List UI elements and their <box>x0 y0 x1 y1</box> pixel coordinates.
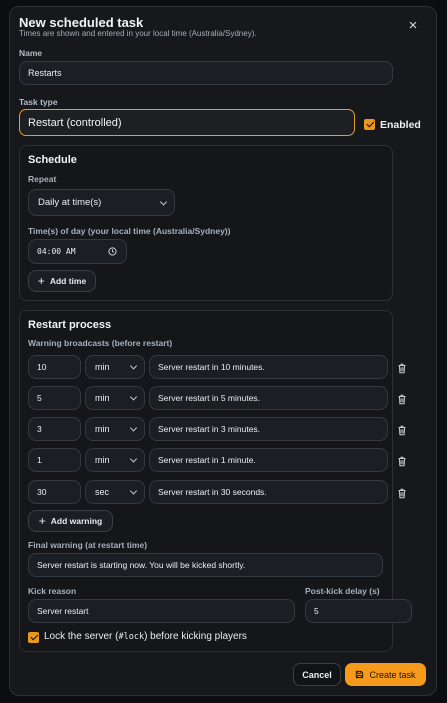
close-icon: × <box>408 17 418 34</box>
kick-reason-label: Kick reason <box>28 586 77 596</box>
warning-message-input[interactable]: Server restart in 5 minutes. <box>149 386 388 410</box>
plus-icon: + <box>38 513 46 528</box>
repeat-value: Daily at time(s) <box>38 197 102 208</box>
clock-icon <box>108 247 117 256</box>
create-task-button[interactable]: Create task <box>345 663 426 686</box>
chevron-down-icon <box>159 197 168 206</box>
schedule-title: Schedule <box>28 154 77 166</box>
warning-unit-select[interactable]: min <box>85 417 145 441</box>
lock-server-label: Lock the server (#lock) before kicking p… <box>44 631 247 642</box>
warning-unit-select[interactable]: min <box>85 386 145 410</box>
time-input[interactable]: 04:00 AM <box>28 239 127 264</box>
final-warning-label: Final warning (at restart time) <box>28 540 148 550</box>
task-type-select[interactable]: Restart (controlled) <box>19 109 355 136</box>
restart-process-title: Restart process <box>28 319 112 331</box>
name-input[interactable]: Restarts <box>19 61 393 85</box>
plus-icon: + <box>37 273 45 288</box>
trash-icon[interactable] <box>397 486 407 499</box>
warning-amount-input[interactable]: 10 <box>28 355 81 379</box>
repeat-select[interactable]: Daily at time(s) <box>28 189 175 216</box>
add-warning-button[interactable]: + Add warning <box>28 510 113 532</box>
trash-icon[interactable] <box>397 423 407 436</box>
lock-code: #lock <box>118 632 145 642</box>
add-time-label: Add time <box>49 276 87 286</box>
kick-reason-input[interactable]: Server restart <box>28 599 295 623</box>
new-task-dialog: New scheduled task Times are shown and e… <box>9 6 437 696</box>
enabled-label: Enabled <box>380 119 421 131</box>
name-label: Name <box>19 48 43 58</box>
warning-unit-select[interactable]: min <box>85 355 145 379</box>
create-task-label: Create task <box>369 669 416 680</box>
chevron-down-icon <box>129 393 138 401</box>
dialog-subtitle: Times are shown and entered in your loca… <box>19 29 257 38</box>
warning-message-input[interactable]: Server restart in 10 minutes. <box>149 355 388 379</box>
warning-unit-value: min <box>95 362 110 372</box>
chevron-down-icon <box>129 455 138 463</box>
chevron-down-icon <box>129 424 138 432</box>
warning-unit-select[interactable]: min <box>85 448 145 472</box>
schedule-panel: Schedule Repeat Daily at time(s) Time(s)… <box>19 145 393 301</box>
chevron-down-icon <box>129 362 138 370</box>
warning-unit-value: min <box>95 424 110 434</box>
close-button[interactable]: × <box>404 17 422 35</box>
warning-unit-value: min <box>95 393 110 403</box>
warning-amount-input[interactable]: 1 <box>28 448 81 472</box>
trash-icon[interactable] <box>397 392 407 405</box>
add-time-button[interactable]: + Add time <box>28 270 96 292</box>
task-type-label: Task type <box>19 97 58 107</box>
save-icon <box>356 670 364 679</box>
warning-amount-input[interactable]: 5 <box>28 386 81 410</box>
warning-unit-select[interactable]: sec <box>85 480 145 504</box>
warning-message-input[interactable]: Server restart in 1 minute. <box>149 448 388 472</box>
trash-icon[interactable] <box>397 361 407 374</box>
final-warning-input[interactable]: Server restart is starting now. You will… <box>28 553 383 577</box>
add-warning-label: Add warning <box>50 516 103 526</box>
post-kick-delay-input[interactable]: 5 <box>305 599 412 623</box>
dialog-title: New scheduled task <box>19 15 144 30</box>
warning-unit-value: min <box>95 455 110 465</box>
warning-message-input[interactable]: Server restart in 30 seconds. <box>149 480 388 504</box>
warning-message-input[interactable]: Server restart in 3 minutes. <box>149 417 388 441</box>
time-label: Time(s) of day (your local time (Austral… <box>28 226 231 236</box>
cancel-button[interactable]: Cancel <box>293 663 341 686</box>
trash-icon[interactable] <box>397 454 407 467</box>
chevron-down-icon <box>129 487 138 495</box>
warning-amount-input[interactable]: 30 <box>28 480 81 504</box>
warning-broadcasts-label: Warning broadcasts (before restart) <box>28 338 173 348</box>
post-kick-delay-label: Post-kick delay (s) <box>305 586 380 596</box>
lock-server-checkbox[interactable] <box>28 632 39 643</box>
time-value: 04:00 AM <box>37 247 76 256</box>
enabled-checkbox[interactable] <box>364 119 375 130</box>
restart-process-panel: Restart process Warning broadcasts (befo… <box>19 310 412 652</box>
warning-amount-input[interactable]: 3 <box>28 417 81 441</box>
repeat-label: Repeat <box>28 174 57 184</box>
warning-unit-value: sec <box>95 487 110 497</box>
